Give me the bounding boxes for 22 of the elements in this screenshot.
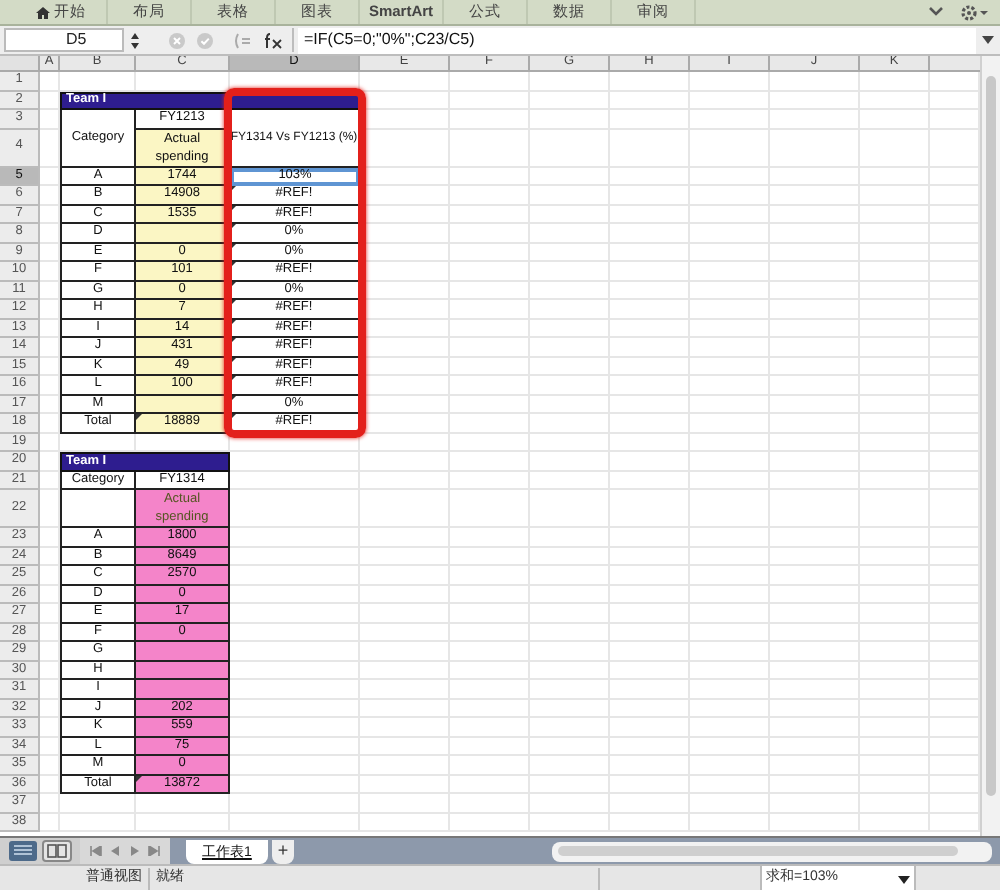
formula-field[interactable]: =IF(C5=0;"0%";C23/C5) [298, 27, 976, 53]
settings-icon[interactable] [960, 3, 988, 21]
name-box[interactable]: D5 [4, 28, 124, 52]
cancel-icon[interactable] [168, 31, 186, 49]
first-sheet-icon[interactable] [90, 846, 103, 856]
dropdown-arrow-icon[interactable] [898, 875, 910, 883]
select-all-corner[interactable] [0, 56, 40, 72]
chevron-down-icon[interactable] [928, 6, 944, 18]
fx-icon[interactable] [262, 31, 284, 49]
dropdown-arrow-icon[interactable] [982, 36, 994, 44]
add-sheet-button[interactable]: + [271, 839, 295, 863]
next-sheet-icon[interactable] [129, 846, 140, 856]
previous-sheet-icon[interactable] [110, 846, 121, 856]
vertical-scrollbar[interactable] [980, 56, 1000, 836]
normal-view-icon[interactable] [8, 840, 38, 862]
equals-icon[interactable] [234, 31, 252, 49]
stepper-icon[interactable] [130, 31, 140, 49]
horizontal-scrollbar[interactable] [552, 841, 992, 861]
confirm-icon[interactable] [196, 31, 214, 49]
home-icon [36, 5, 50, 19]
page-layout-view-icon[interactable] [42, 840, 72, 862]
last-sheet-icon[interactable] [147, 846, 160, 856]
